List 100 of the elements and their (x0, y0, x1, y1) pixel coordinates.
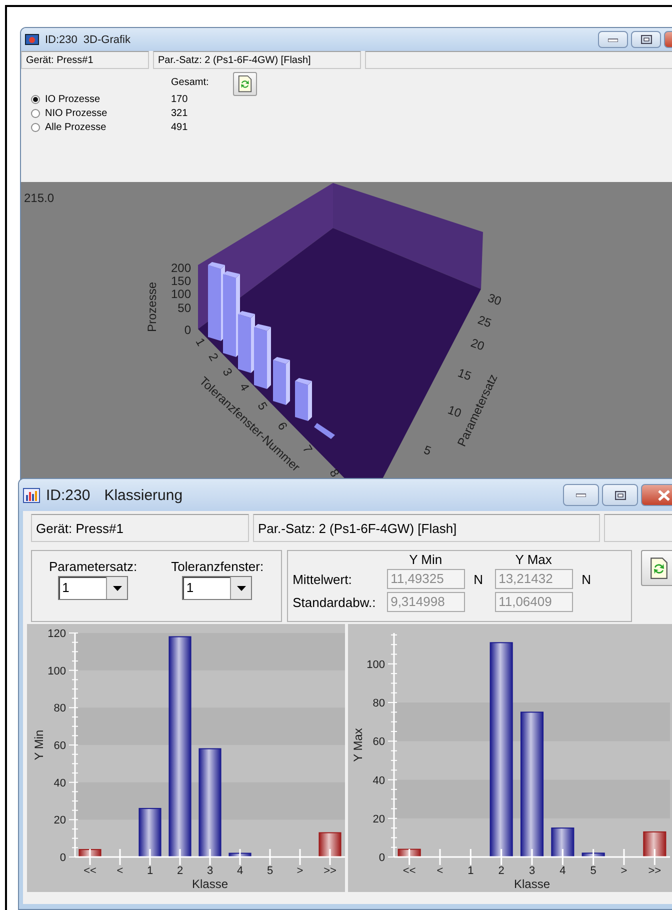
axis-tick-label: 1 (468, 865, 474, 877)
axis-tick-label: 40 (54, 777, 66, 790)
bar (138, 808, 162, 858)
bar (643, 831, 666, 858)
axis-tick-label: > (296, 865, 304, 877)
radio-label[interactable]: Alle Prozesse (45, 122, 106, 132)
axis-tick-label: 80 (372, 698, 385, 710)
minimize-icon (576, 493, 586, 497)
maximize-button[interactable] (602, 484, 638, 506)
dropdown[interactable]: 1 (58, 576, 128, 600)
axis-tick-label: 40 (372, 774, 385, 787)
refresh-button[interactable] (641, 550, 672, 586)
axis-tick-label: 4 (236, 865, 244, 877)
axis-tick-label: 30 (486, 290, 504, 308)
field-label: Parametersatz: (48, 559, 138, 574)
bar (582, 852, 605, 858)
status-field: Gerät: Press#1 (21, 51, 149, 69)
window-app-icon (25, 34, 39, 45)
axis-tick-label: 2 (498, 865, 504, 877)
value-field: 11,49325 (386, 569, 465, 589)
axis-title: Prozesse (145, 282, 159, 332)
axis-tick-label: 7 (300, 442, 316, 456)
refresh-icon (238, 75, 252, 93)
axis-tick-label: 20 (468, 336, 486, 354)
axis-tick-label: 100 (366, 658, 385, 671)
value-field: 11,06409 (494, 592, 573, 612)
refresh-icon (650, 556, 668, 580)
maximize-icon (614, 490, 626, 500)
axis-tick-label: 5 (422, 442, 434, 458)
dropdown[interactable]: 1 (182, 576, 252, 600)
bar (398, 848, 421, 858)
bar-chart-icon (23, 488, 40, 502)
axis-tick-label: < (436, 865, 444, 877)
axis-tick-label: >> (324, 865, 336, 877)
axis-tick-label: 3 (220, 366, 236, 378)
radio-label[interactable]: IO Prozesse (45, 94, 100, 104)
window-title: 3D-Grafik (83, 34, 130, 46)
row-label: Mittelwert: (292, 572, 353, 586)
column-header: Gesamt: (171, 76, 210, 89)
axis-tick-label: 8 (326, 466, 342, 480)
axis-tick-label: 2 (176, 865, 184, 877)
axis-tick-label: 200 (170, 261, 191, 275)
radio-button[interactable] (31, 94, 40, 104)
bar (318, 832, 342, 858)
axis-tick-label: 2 (206, 350, 222, 364)
chart-max-value: 215.0 (24, 191, 54, 205)
axis-tick-label: 80 (54, 702, 66, 715)
column-header: Y Max (514, 552, 553, 566)
process-count: 491 (171, 120, 189, 131)
axis-title: Y Max (351, 728, 365, 762)
axis-tick-label: > (620, 865, 628, 877)
maximize-button[interactable] (631, 31, 661, 48)
axis-tick-label: 1 (192, 336, 208, 348)
axis-tick-label: 5 (590, 865, 596, 877)
process-count: 321 (171, 106, 189, 117)
maximize-icon (640, 35, 652, 44)
unit-label: N (580, 572, 592, 586)
axis-tick-label: 0 (60, 852, 66, 864)
axis-tick-label: 100 (48, 665, 66, 678)
close-icon (658, 490, 670, 500)
value-field: 13,21432 (494, 569, 573, 589)
field-label: Toleranzfenster: (171, 559, 264, 574)
axis-tick-label: 50 (178, 301, 191, 315)
value-field: 9,314998 (386, 592, 465, 612)
process-count: 170 (171, 92, 189, 103)
axis-tick-label: < (116, 865, 124, 877)
axis-tick-label: 60 (372, 736, 385, 748)
axis-tick-label: << (84, 865, 96, 877)
radio-button[interactable] (31, 122, 40, 132)
radio-label[interactable]: NIO Prozesse (45, 108, 108, 118)
axis-tick-label: >> (648, 865, 662, 877)
refresh-button[interactable] (233, 72, 257, 96)
axis-tick-label: 150 (170, 274, 191, 288)
minimize-button[interactable] (598, 31, 628, 48)
window-title: Klassierung (104, 486, 183, 504)
window-title: ID:230 (46, 486, 90, 504)
caret-icon (112, 586, 122, 590)
caret-icon (236, 586, 246, 590)
axis-tick-label: << (402, 865, 416, 877)
column-header: Y Min (408, 552, 444, 566)
axis-tick-label: 4 (560, 865, 566, 877)
axis-tick-label: 3 (528, 865, 536, 877)
axis-tick-label: 3 (206, 865, 214, 877)
axis-tick-label: 1 (146, 865, 154, 877)
axis-title: Y Min (32, 730, 46, 760)
axis-tick-label: 60 (54, 740, 66, 752)
unit-label: N (472, 572, 484, 586)
axis-title: Klasse (192, 877, 228, 891)
axis-tick-label: 20 (54, 814, 66, 827)
axis-title: Klasse (514, 877, 550, 891)
axis-tick-label: 100 (170, 287, 191, 301)
axis-tick-label: 5 (266, 865, 274, 877)
axis-tick-label: 20 (372, 813, 385, 826)
minimize-button[interactable] (563, 484, 599, 506)
radio-button[interactable] (31, 108, 40, 118)
bar (228, 852, 252, 858)
axis-tick-label: 25 (476, 312, 494, 330)
axis-tick-label: 0 (184, 323, 191, 337)
axis-tick-label: 0 (378, 852, 385, 864)
row-label: Standardabw.: (292, 594, 377, 610)
